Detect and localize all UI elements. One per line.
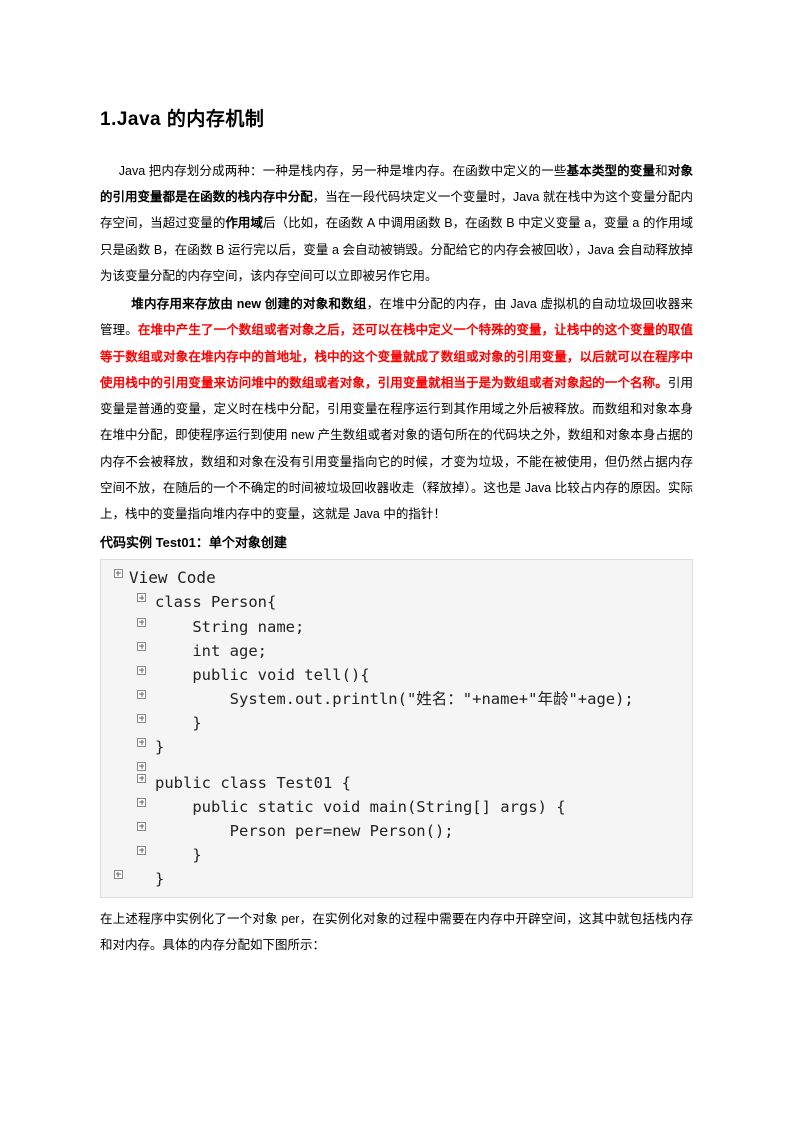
- expand-icon[interactable]: [109, 566, 127, 578]
- code-text: String name;: [153, 615, 304, 639]
- code-line: [109, 759, 684, 771]
- p1-bold-1: 基本类型的变量: [567, 164, 656, 178]
- code-text: class Person{: [153, 590, 276, 614]
- expand-icon[interactable]: [109, 867, 127, 879]
- p2-bold-1: 堆内存用来存放由 new 创建的对象和数组: [131, 297, 366, 311]
- expand-icon[interactable]: [127, 819, 153, 831]
- code-text: System.out.println("姓名："+name+"年龄"+age);: [153, 687, 634, 711]
- p1-text-c: 和: [655, 164, 668, 178]
- code-text: }: [153, 711, 202, 735]
- page-title: 1.Java 的内存机制: [100, 100, 693, 140]
- code-block: View Code class Person{ String name; int…: [100, 559, 693, 898]
- expand-icon[interactable]: [127, 687, 153, 699]
- footer-paragraph: 在上述程序中实例化了一个对象 per，在实例化对象的过程中需要在内存中开辟空间，…: [100, 906, 693, 959]
- expand-icon[interactable]: [127, 795, 153, 807]
- code-text: Person per=new Person();: [153, 819, 454, 843]
- code-text: public void tell(){: [153, 663, 370, 687]
- code-text: }: [153, 843, 202, 867]
- p2-text-d: 引用变量是普通的变量，定义时在栈中分配，引用变量在程序运行到其作用域之外后被释放…: [100, 376, 693, 521]
- expand-icon[interactable]: [127, 771, 153, 783]
- code-text: }: [153, 867, 164, 891]
- code-line: String name;: [109, 615, 684, 639]
- code-line: Person per=new Person();: [109, 819, 684, 843]
- code-line: System.out.println("姓名："+name+"年龄"+age);: [109, 687, 684, 711]
- code-text: }: [153, 735, 164, 759]
- code-line: public static void main(String[] args) {: [109, 795, 684, 819]
- code-line: class Person{: [109, 590, 684, 614]
- code-example-label: 代码实例 Test01：单个对象创建: [100, 529, 693, 556]
- code-line: int age;: [109, 639, 684, 663]
- expand-icon[interactable]: [127, 711, 153, 723]
- code-view-label: View Code: [127, 566, 216, 591]
- code-text: public class Test01 {: [153, 771, 351, 795]
- code-text: int age;: [153, 639, 267, 663]
- code-view-row[interactable]: View Code: [109, 566, 684, 591]
- expand-icon[interactable]: [127, 590, 153, 602]
- code-line: }: [109, 843, 684, 867]
- p2-red-1: 在堆中产生了一个数组或者对象之后，还可以在栈中定义一个特殊的变量，让栈中的这个变…: [100, 323, 693, 390]
- expand-icon[interactable]: [127, 759, 153, 771]
- expand-icon[interactable]: [127, 639, 153, 651]
- code-text: public static void main(String[] args) {: [153, 795, 566, 819]
- expand-icon[interactable]: [127, 843, 153, 855]
- code-line: }: [109, 735, 684, 759]
- p1-bold-3: 作用域: [225, 216, 263, 230]
- paragraph-1: Java 把内存划分成两种：一种是栈内存，另一种是堆内存。在函数中定义的一些基本…: [100, 158, 693, 289]
- code-line: public void tell(){: [109, 663, 684, 687]
- paragraph-2: 堆内存用来存放由 new 创建的对象和数组，在堆中分配的内存，由 Java 虚拟…: [100, 291, 693, 527]
- expand-icon[interactable]: [127, 663, 153, 675]
- expand-icon[interactable]: [127, 735, 153, 747]
- expand-icon[interactable]: [127, 615, 153, 627]
- p1-text-a: Java 把内存划分成两种：一种是栈内存，另一种是堆内存。在函数中定义的一些: [119, 164, 567, 178]
- code-line: }: [109, 867, 684, 891]
- code-line: }: [109, 711, 684, 735]
- code-line: public class Test01 {: [109, 771, 684, 795]
